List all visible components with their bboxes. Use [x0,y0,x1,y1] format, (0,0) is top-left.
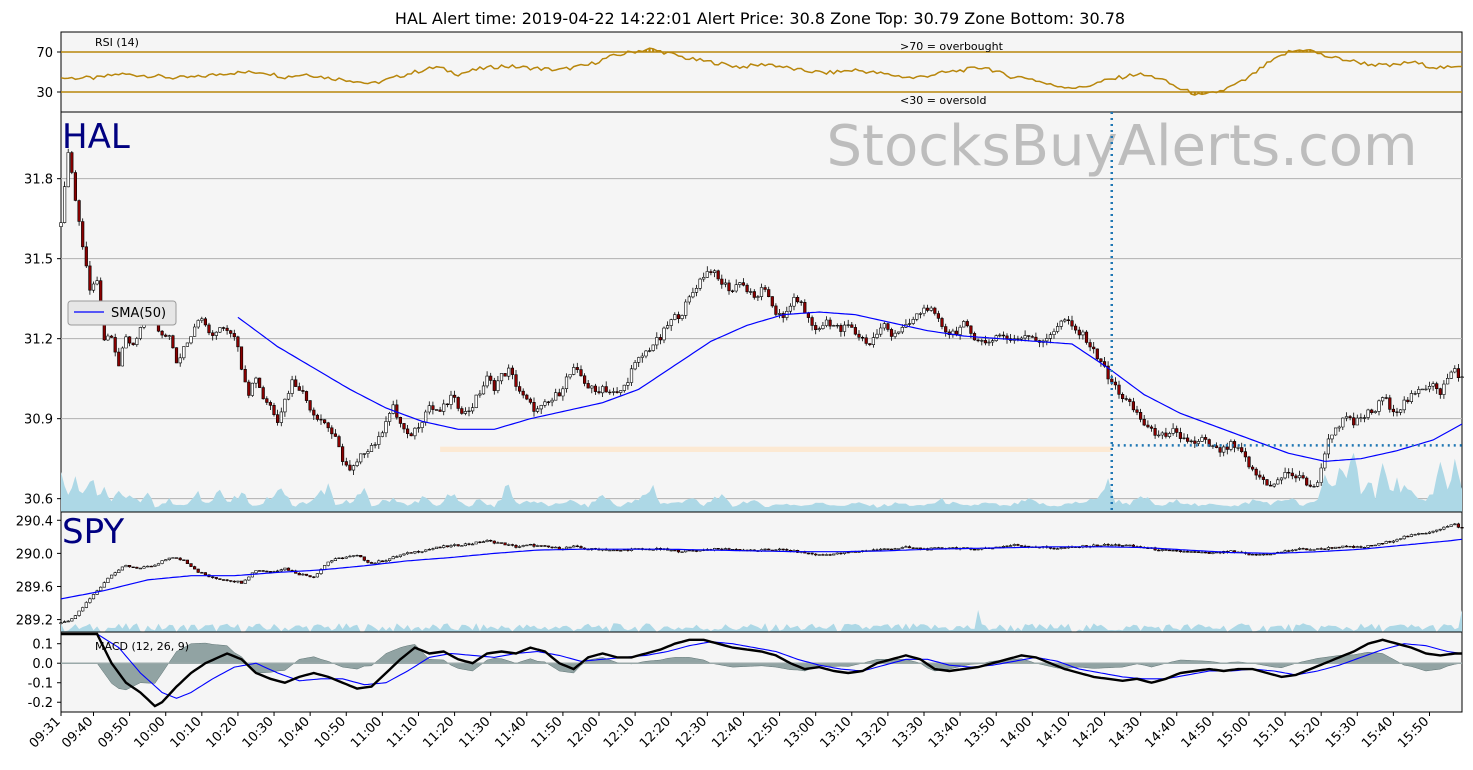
time-tick-label: 11:40 [493,714,530,751]
spy-tick-label: 289.6 [16,580,53,595]
rsi-ticks: 30 70 [36,46,61,101]
time-tick-label: 12:10 [601,714,638,751]
watermark: StocksBuyAlerts.com [826,114,1417,179]
time-tick-label: 11:50 [529,714,566,751]
time-tick-label: 10:00 [131,714,168,751]
time-tick-label: 13:50 [962,714,999,751]
macd-tick-label: 0.1 [32,638,53,653]
time-tick-label: 11:20 [420,714,457,751]
time-tick-label: 15:20 [1287,714,1324,751]
sma-legend-text: SMA(50) [111,306,166,321]
rsi-overbought-note: >70 = overbought [900,40,1004,53]
time-tick-label: 12:50 [745,714,782,751]
time-tick-label: 09:40 [59,714,96,751]
time-tick-label: 09:31 [27,714,64,751]
price-panel: StocksBuyAlerts.com HAL SMA(50) 30.6 30.9… [24,111,1464,513]
time-tick-label: 11:30 [456,714,493,751]
time-tick-label: 11:10 [384,714,421,751]
time-tick-label: 13:00 [781,714,818,751]
spy-tick-label: 290.0 [16,547,53,562]
chart-title: HAL Alert time: 2019-04-22 14:22:01 Aler… [395,9,1125,28]
spy-tick-label: 290.4 [16,514,53,529]
rsi-panel: RSI (14) >70 = overbought <30 = oversold… [36,31,1463,113]
rsi-oversold-note: <30 = oversold [900,94,986,107]
ticker-label-hal: HAL [62,117,130,157]
time-tick-label: 14:30 [1106,714,1143,751]
time-tick-label: 12:40 [709,714,746,751]
alert-zone-band [440,446,1112,452]
time-tick-label: 15:30 [1323,714,1360,751]
time-tick-label: 12:20 [637,714,674,751]
spy-panel: SPY 289.2 289.6 290.0 290.4 [16,511,1464,633]
time-tick-label: 14:50 [1179,714,1216,751]
time-tick-label: 13:40 [926,714,963,751]
price-tick-label: 30.6 [24,493,53,508]
time-tick-label: 15:00 [1215,714,1252,751]
time-tick-label: 13:10 [817,714,854,751]
time-tick-label: 12:00 [565,714,602,751]
time-tick-label: 12:30 [673,714,710,751]
spy-tick-label: 289.2 [16,614,53,629]
macd-panel: MACD (12, 26, 9) -0.2 -0.1 0.0 0.1 [28,631,1463,713]
rsi-tick-label: 30 [36,86,53,101]
stock-alert-chart: HAL Alert time: 2019-04-22 14:22:01 Aler… [16,9,1464,751]
time-tick-label: 13:30 [890,714,927,751]
price-tick-label: 31.8 [24,173,53,188]
price-ticks: 30.6 30.9 31.2 31.5 31.8 [24,173,61,508]
macd-tick-label: -0.1 [28,677,53,692]
rsi-label: RSI (14) [95,36,139,49]
time-tick-label: 14:40 [1142,714,1179,751]
time-tick-label: 10:10 [168,714,205,751]
price-tick-label: 30.9 [24,413,53,428]
time-tick-label: 15:40 [1359,714,1396,751]
price-tick-label: 31.5 [24,253,53,268]
time-tick-label: 14:00 [998,714,1035,751]
spy-ticks: 289.2 289.6 290.0 290.4 [16,514,61,629]
time-tick-label: 15:10 [1251,714,1288,751]
time-tick-label: 09:50 [95,714,132,751]
rsi-panel-bg [60,31,1463,113]
time-axis: 09:3109:40 09:50 10:00 10:10 10:20 10:30 10:40… [27,712,1432,751]
time-tick-label: 14:10 [1034,714,1071,751]
time-tick-label: 13:20 [854,714,891,751]
time-tick-label: 10:20 [204,714,241,751]
time-tick-label: 10:50 [312,714,349,751]
time-tick-label: 15:50 [1395,714,1432,751]
macd-ticks: -0.2 -0.1 0.0 0.1 [28,638,61,711]
price-tick-label: 31.2 [24,333,53,348]
ticker-label-spy: SPY [62,512,124,552]
time-tick-label: 10:30 [240,714,277,751]
macd-tick-label: -0.2 [28,696,53,711]
sma-legend: SMA(50) [67,300,177,326]
alert-zone [440,446,1112,452]
time-tick-label: 11:00 [348,714,385,751]
rsi-tick-label: 70 [36,46,53,61]
time-tick-label: 10:40 [276,714,313,751]
macd-tick-label: 0.0 [32,657,53,672]
time-tick-label: 14:20 [1070,714,1107,751]
macd-label: MACD (12, 26, 9) [95,640,189,653]
